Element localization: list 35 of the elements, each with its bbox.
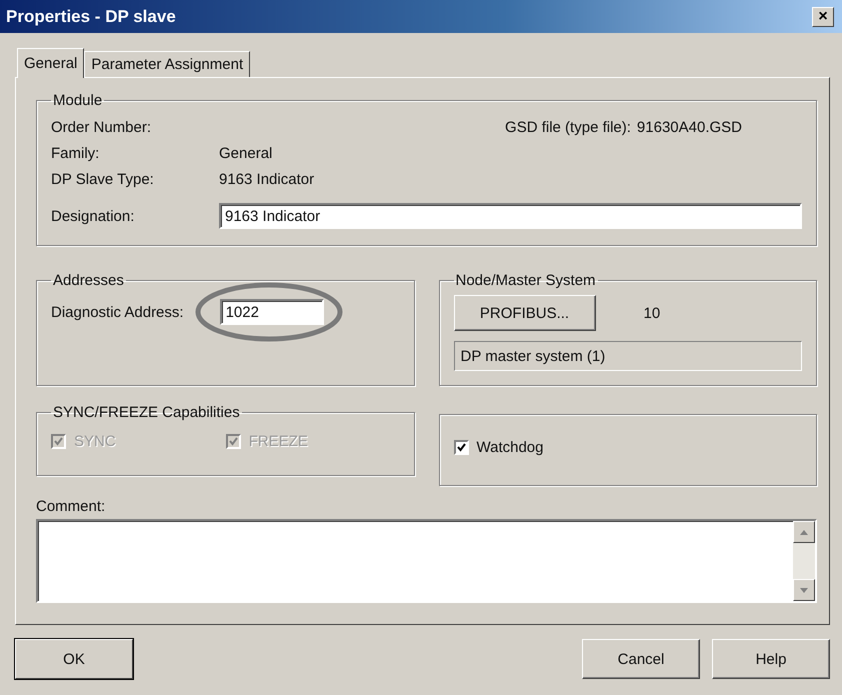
field-label: Designation: [51, 208, 136, 224]
help-button[interactable]: Help [712, 639, 830, 679]
down-arrow-icon [800, 588, 808, 592]
master-system-field: DP master system (1) [454, 341, 802, 371]
group-title: SYNC/FREEZE Capabilities [52, 404, 241, 421]
designation-field[interactable]: 9163 Indicator [219, 203, 802, 229]
field-value: General [219, 145, 274, 162]
field-label: Diagnostic Address: [51, 304, 184, 320]
field-label: Family: [51, 145, 100, 162]
field-value: 91630A40.GSD [636, 119, 742, 136]
group-title: Module [52, 92, 104, 109]
checkbox-label: SYNC [74, 433, 116, 450]
profibus-button[interactable]: PROFIBUS... [454, 295, 596, 331]
up-arrow-icon [800, 530, 808, 534]
group-title: Node/Master System [454, 272, 597, 289]
field-label: GSD file (type file): [505, 119, 631, 136]
checkbox-label: FREEZE [248, 433, 308, 450]
node-address: 10 [644, 304, 660, 322]
comment-field[interactable] [36, 519, 817, 603]
field-label: Order Number: [51, 119, 152, 136]
close-button[interactable]: × [812, 6, 834, 26]
group-title: Addresses [52, 272, 125, 289]
checkbox-label: Watchdog [476, 439, 544, 456]
field-label: Comment: [36, 498, 106, 515]
field-value: 9163 Indicator [219, 171, 316, 188]
diagnostic-address-field[interactable]: 1022 [220, 299, 324, 325]
field-label: DP Slave Type: [51, 171, 155, 188]
scroll-down-button[interactable] [793, 579, 815, 601]
cancel-button[interactable]: Cancel [582, 639, 700, 679]
checkbox[interactable] [454, 440, 468, 455]
window-title: Properties - DP slave [6, 6, 176, 26]
scroll-up-button[interactable] [793, 521, 815, 543]
ok-button[interactable]: OK [15, 639, 133, 679]
tab[interactable]: General [17, 48, 84, 78]
tab[interactable]: Parameter Assignment [84, 51, 250, 77]
